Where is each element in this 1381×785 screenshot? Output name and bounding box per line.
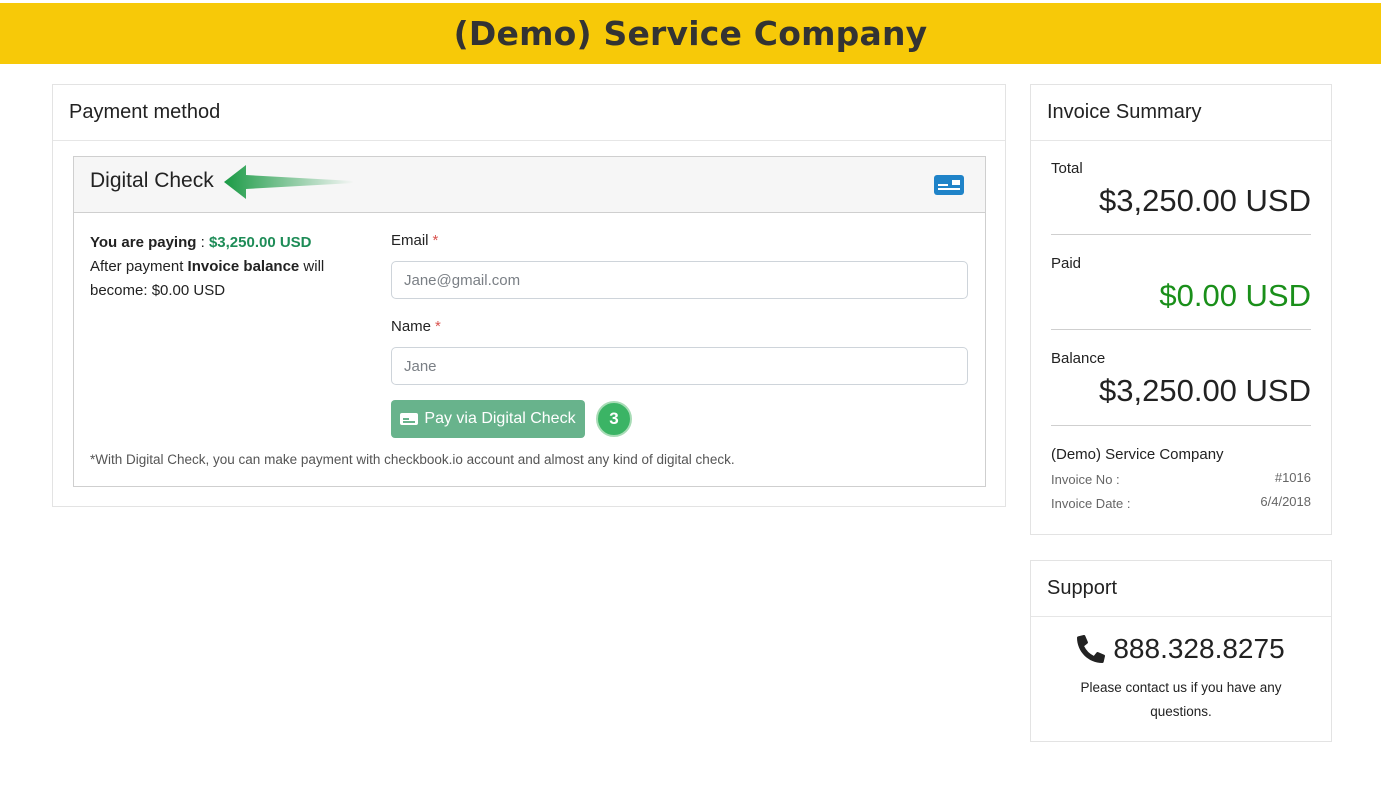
digital-check-title: Digital Check xyxy=(90,169,214,192)
phone-icon xyxy=(1077,635,1106,663)
divider xyxy=(1051,329,1311,330)
invoice-summary-header: Invoice Summary xyxy=(1031,85,1331,141)
name-label: Name * xyxy=(391,318,441,335)
company-title: (Demo) Service Company xyxy=(453,14,928,53)
invoice-date-value: 6/4/2018 xyxy=(1260,494,1311,509)
invoice-date-label: Invoice Date : xyxy=(1051,496,1131,511)
support-phone[interactable]: 888.328.8275 xyxy=(1113,633,1284,665)
payment-method-header: Payment method xyxy=(53,85,1005,141)
invoice-summary-card: Invoice Summary Total $3,250.00 USD Paid… xyxy=(1030,84,1332,535)
invoice-balance-label: Invoice balance xyxy=(187,258,300,275)
total-label: Total xyxy=(1051,160,1083,177)
support-heading: Support xyxy=(1047,577,1118,599)
digital-check-header[interactable]: Digital Check xyxy=(74,157,985,213)
invoice-summary-heading: Invoice Summary xyxy=(1047,101,1202,123)
support-card: Support 888.328.8275 Please contact us i… xyxy=(1030,560,1332,742)
digital-check-footnote: *With Digital Check, you can make paymen… xyxy=(90,452,735,467)
required-mark: * xyxy=(435,318,441,335)
total-value: $3,250.00 USD xyxy=(1099,183,1311,218)
email-label-text: Email xyxy=(391,232,429,249)
header-bar: (Demo) Service Company xyxy=(0,3,1381,64)
company-name: (Demo) Service Company xyxy=(1051,446,1224,463)
paid-label: Paid xyxy=(1051,255,1082,272)
paid-value: $0.00 USD xyxy=(1159,278,1311,313)
paying-amount: $3,250.00 USD xyxy=(208,234,312,251)
support-header: Support xyxy=(1031,561,1331,617)
divider xyxy=(1051,425,1311,426)
email-label: Email * xyxy=(391,232,438,249)
invoice-no-value: #1016 xyxy=(1274,470,1311,485)
required-mark: * xyxy=(432,232,439,249)
name-field[interactable] xyxy=(391,347,968,385)
phone-row: 888.328.8275 xyxy=(1031,633,1331,665)
step-badge: 3 xyxy=(596,401,632,437)
support-text: Please contact us if you have any questi… xyxy=(1080,680,1282,719)
balance-value: $3,250.00 USD xyxy=(1099,373,1311,408)
name-label-text: Name xyxy=(391,318,432,335)
arrow-annotation-icon xyxy=(224,165,354,199)
paying-separator: : xyxy=(196,234,209,251)
paying-label: You are paying xyxy=(90,234,197,251)
payment-method-heading: Payment method xyxy=(69,101,221,123)
credit-card-icon xyxy=(400,413,419,425)
payment-method-card: Payment method Digital Check You are pay… xyxy=(52,84,1006,507)
digital-check-panel: Digital Check You are paying : $3,250.00… xyxy=(73,156,986,487)
pay-button-label: Pay via Digital Check xyxy=(424,410,576,427)
balance-label: Balance xyxy=(1051,350,1106,367)
pay-via-digital-check-button[interactable]: Pay via Digital Check xyxy=(391,400,585,438)
invoice-no-label: Invoice No : xyxy=(1051,472,1120,487)
after-payment-text: After payment xyxy=(90,258,188,275)
credit-card-icon xyxy=(934,175,964,195)
divider xyxy=(1051,234,1311,235)
payment-info: You are paying : $3,250.00 USD After pay… xyxy=(90,231,360,303)
email-field[interactable] xyxy=(391,261,968,299)
